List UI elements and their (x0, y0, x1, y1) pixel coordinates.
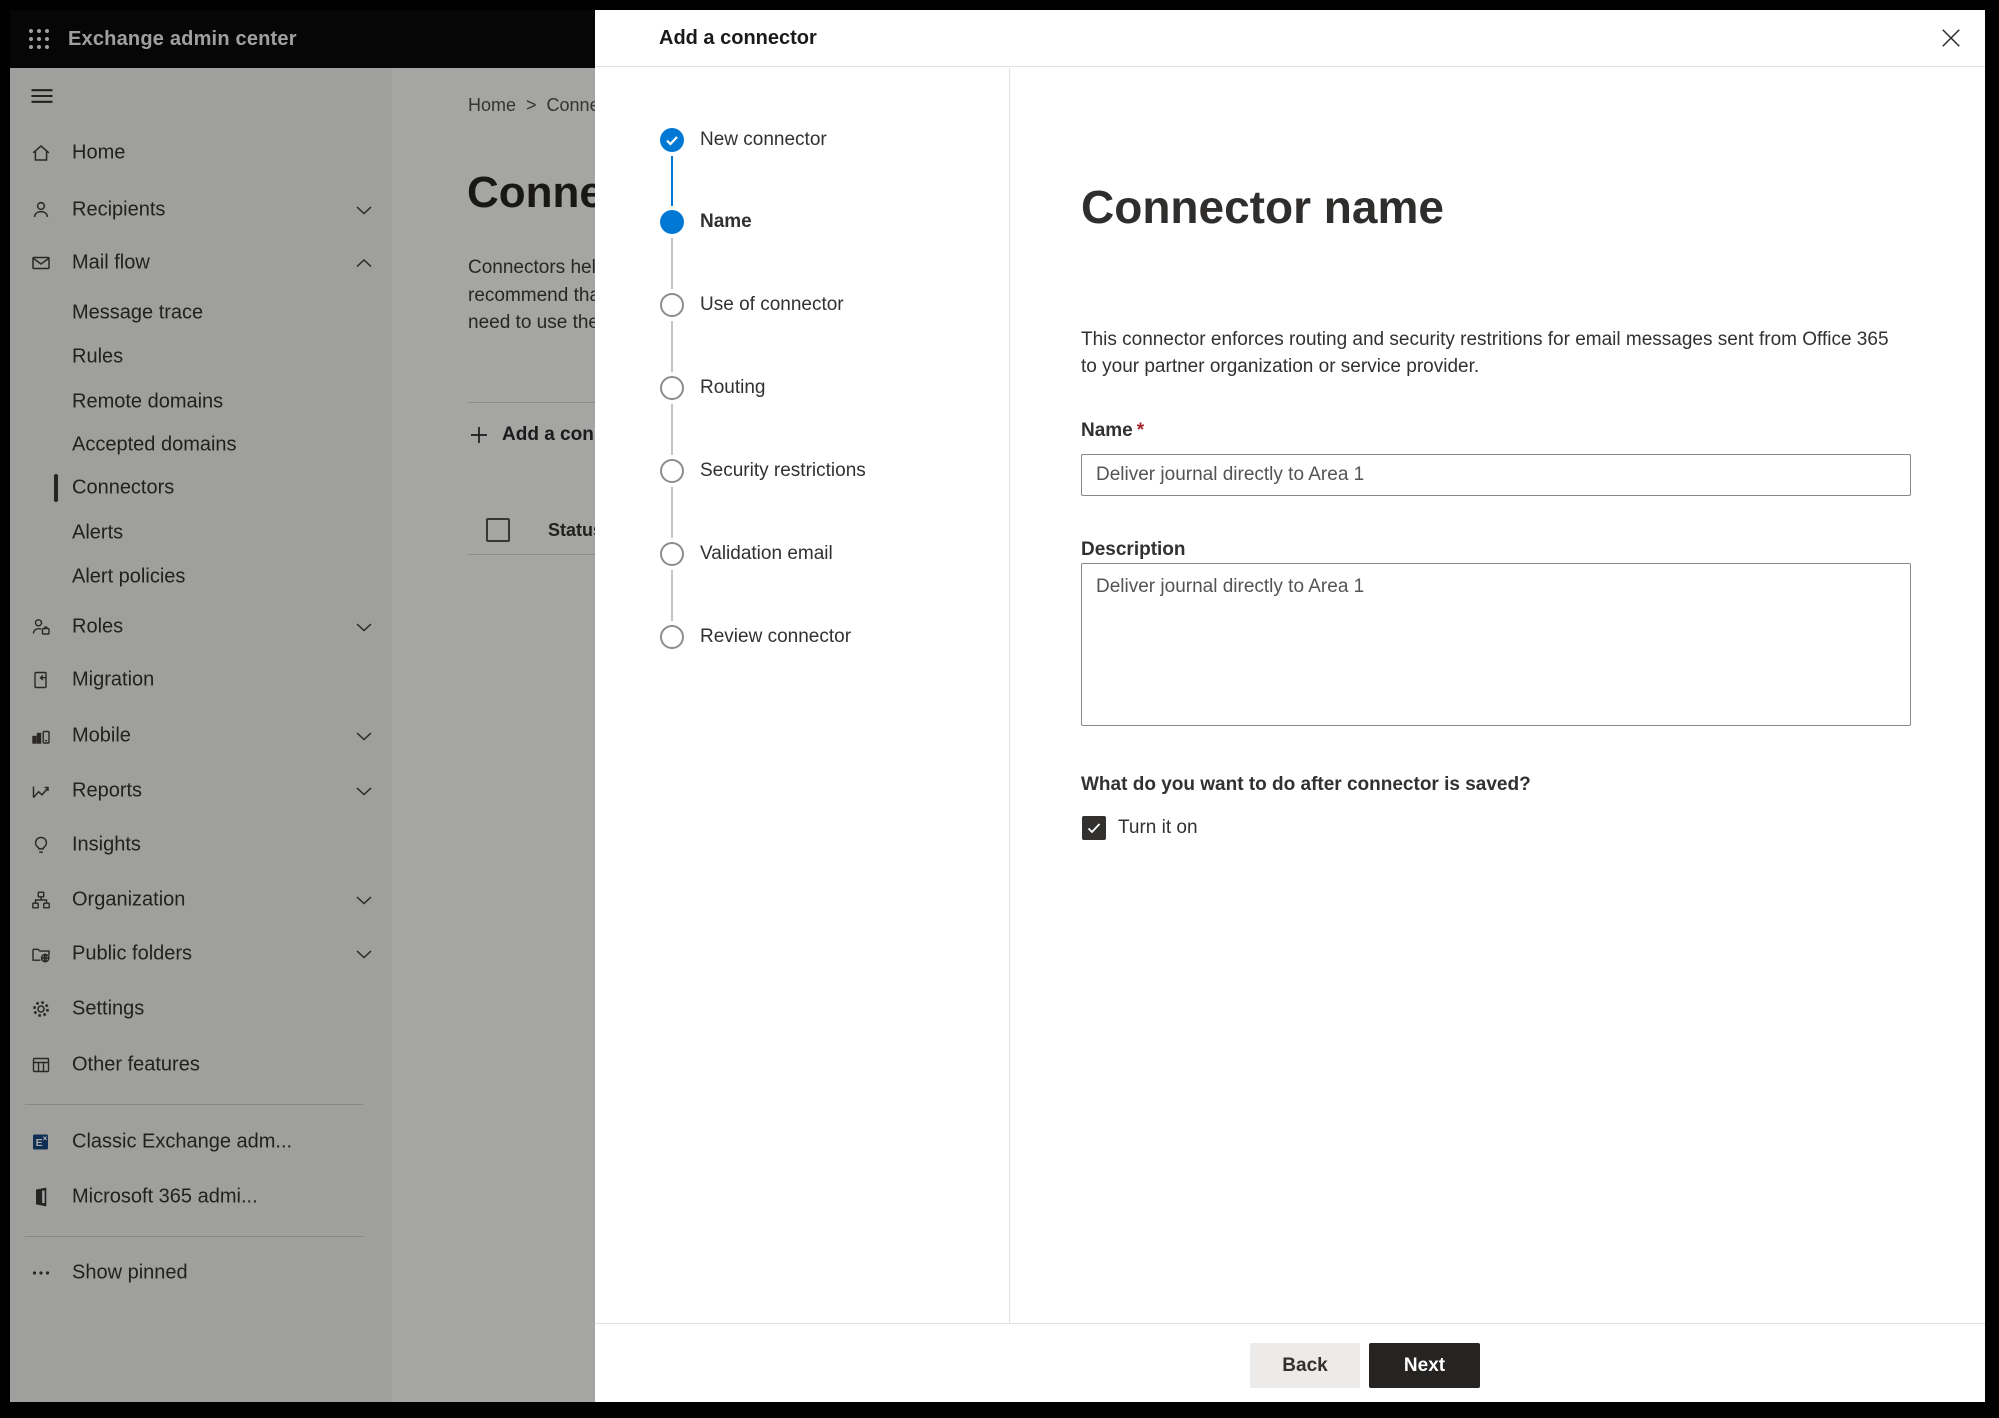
add-connector-dialog: Add a connector New connector Name Use o… (595, 10, 1985, 1402)
next-button[interactable]: Next (1369, 1343, 1480, 1388)
step-completed-check-icon (660, 128, 684, 152)
step-use-of-connector[interactable]: Use of connector (595, 293, 1008, 317)
after-save-question: What do you want to do after connector i… (1081, 774, 1531, 795)
stepper-connector-line (671, 404, 673, 455)
back-button[interactable]: Back (1250, 1343, 1360, 1388)
connector-description-textarea[interactable]: Deliver journal directly to Area 1 (1081, 563, 1911, 726)
name-field-label: Name * (1081, 420, 1145, 441)
step-empty-dot (660, 542, 684, 566)
step-new-connector[interactable]: New connector (595, 128, 1008, 152)
step-active-dot (660, 210, 684, 234)
close-icon (1940, 27, 1962, 49)
turn-it-on-label: Turn it on (1118, 817, 1198, 838)
turn-it-on-checkbox-row[interactable]: Turn it on (1082, 816, 1198, 840)
step-security-restrictions[interactable]: Security restrictions (595, 459, 1008, 483)
stepper-connector-line (671, 570, 673, 621)
required-asterisk: * (1136, 420, 1145, 441)
step-empty-dot (660, 459, 684, 483)
wizard-stepper: New connector Name Use of connector Rout… (595, 68, 1010, 1323)
stepper-connector-line (671, 321, 673, 372)
stepper-connector-line (671, 156, 673, 206)
step-heading: Connector name (1081, 181, 1444, 233)
stepper-connector-line (671, 238, 673, 289)
exchange-admin-app: Exchange admin center Home Recipients Ma… (10, 10, 1985, 1402)
wizard-content: Connector name This connector enforces r… (1011, 68, 1985, 1323)
step-empty-dot (660, 293, 684, 317)
dialog-footer: Back Next (595, 1323, 1985, 1402)
step-description: This connector enforces routing and secu… (1081, 329, 1889, 377)
step-review-connector[interactable]: Review connector (595, 625, 1008, 649)
dialog-title: Add a connector (659, 27, 817, 49)
description-field-label: Description (1081, 539, 1186, 560)
step-routing[interactable]: Routing (595, 376, 1008, 400)
dialog-header: Add a connector (595, 10, 1985, 67)
step-empty-dot (660, 625, 684, 649)
step-empty-dot (660, 376, 684, 400)
close-button[interactable] (1933, 20, 1969, 56)
step-validation-email[interactable]: Validation email (595, 542, 1008, 566)
checkbox-checked-icon[interactable] (1082, 816, 1106, 840)
stepper-connector-line (671, 487, 673, 538)
screenshot-frame: Exchange admin center Home Recipients Ma… (0, 0, 1999, 1418)
step-name[interactable]: Name (595, 210, 1008, 234)
connector-name-input[interactable] (1081, 454, 1911, 496)
